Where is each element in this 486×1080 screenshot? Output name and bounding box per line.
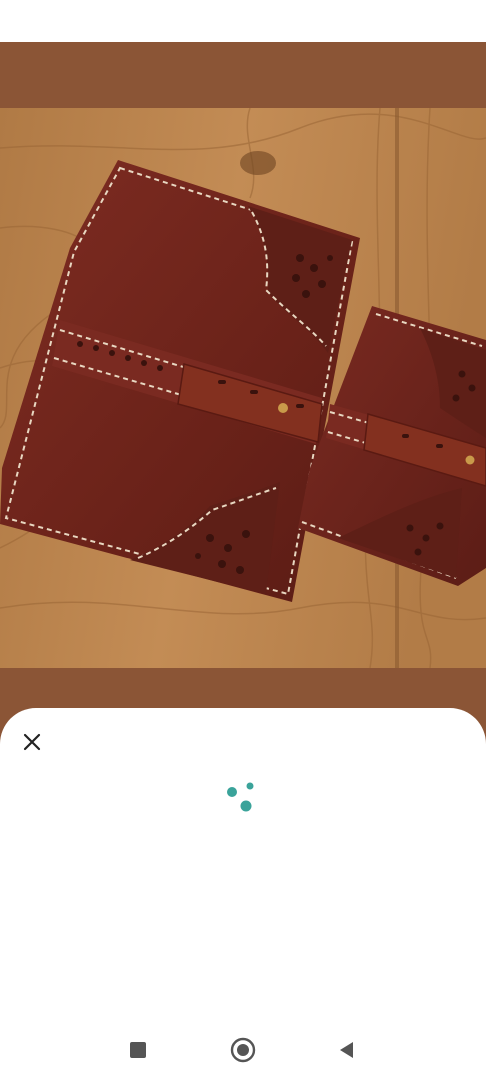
loading-dots-icon bbox=[227, 782, 254, 812]
close-icon bbox=[23, 733, 41, 751]
triangle-back-icon bbox=[340, 1042, 353, 1058]
leather-planners-photo bbox=[0, 108, 486, 668]
status-bar bbox=[0, 0, 486, 42]
home-button[interactable] bbox=[227, 1034, 259, 1066]
system-navigation-bar bbox=[0, 1020, 486, 1080]
square-icon bbox=[130, 1042, 146, 1058]
back-button[interactable] bbox=[331, 1034, 363, 1066]
loading-indicator bbox=[222, 780, 262, 820]
product-photo bbox=[0, 108, 486, 668]
circle-home-icon bbox=[230, 1037, 256, 1063]
close-button[interactable] bbox=[16, 726, 48, 758]
recents-button[interactable] bbox=[122, 1034, 154, 1066]
